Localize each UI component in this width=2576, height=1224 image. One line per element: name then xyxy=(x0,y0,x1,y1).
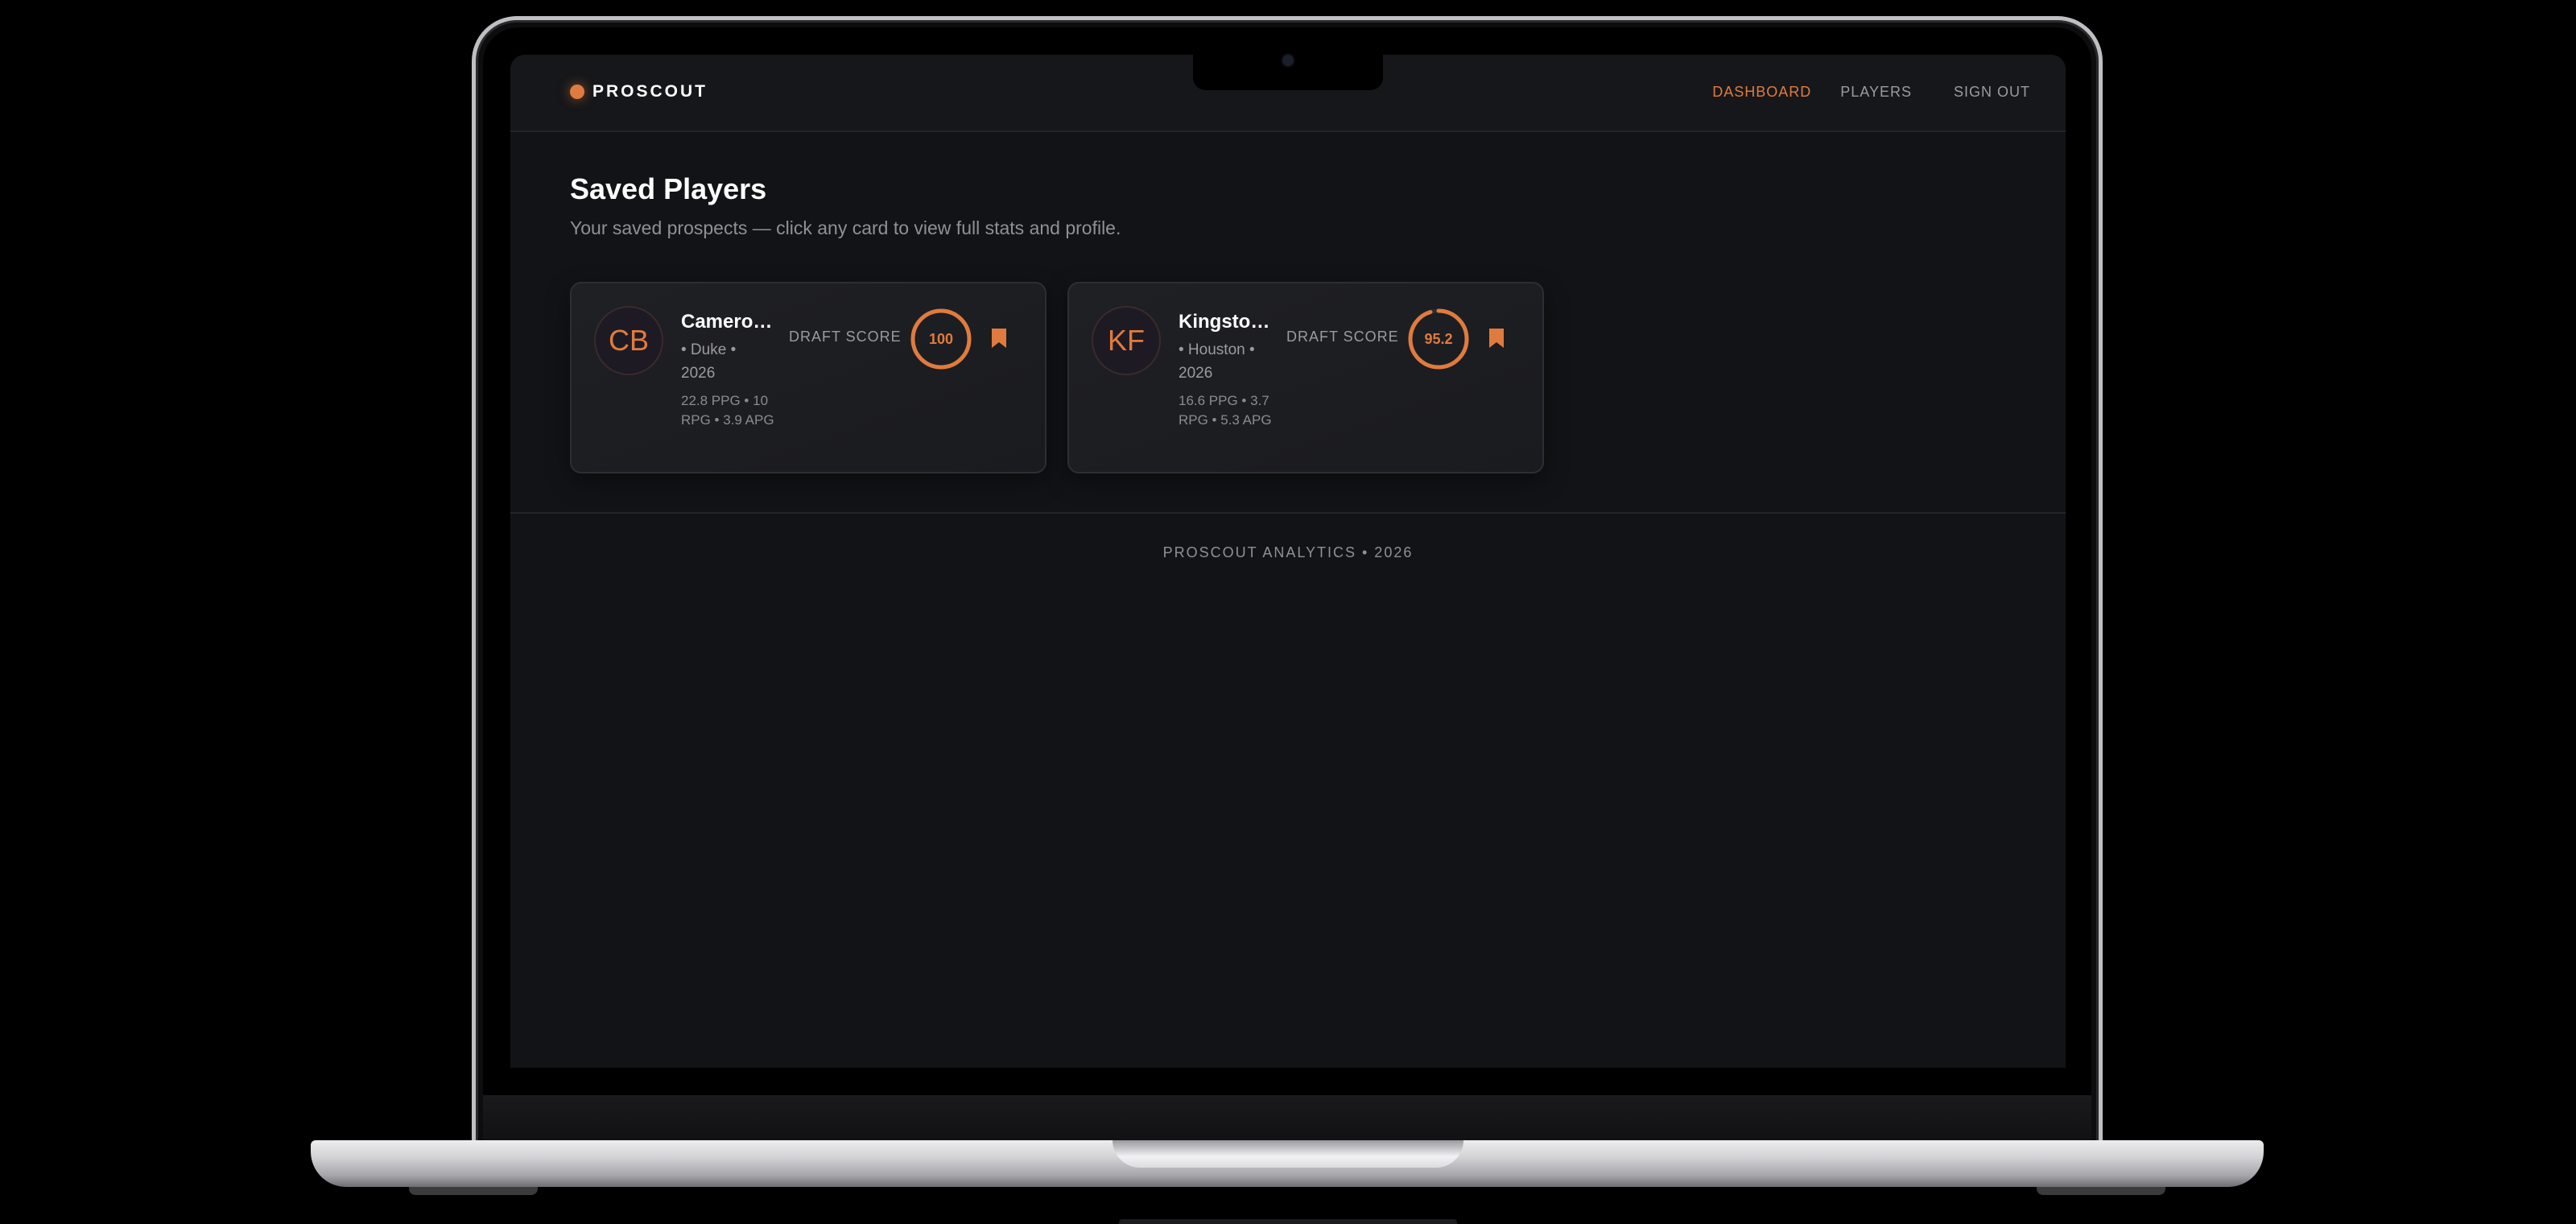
bookmark-icon[interactable] xyxy=(990,327,1008,349)
draft-score-value: 95.2 xyxy=(1424,330,1453,347)
bookmark-icon[interactable] xyxy=(1488,327,1505,349)
nav-links: DASHBOARD PLAYERS SIGN OUT xyxy=(1712,84,2030,101)
page-subtitle: Your saved prospects — click any card to… xyxy=(570,217,1121,238)
draft-score-label: DRAFT SCORE xyxy=(1286,329,1399,345)
footer-text: PROSCOUT ANALYTICS • 2026 xyxy=(1162,544,1414,560)
laptop-foot-right xyxy=(2037,1187,2165,1195)
app-screen: PROSCOUT DASHBOARD PLAYERS SIGN OUT Save… xyxy=(510,55,2066,1068)
draft-score-value: 100 xyxy=(928,330,954,347)
laptop-foot-left xyxy=(409,1187,538,1195)
draft-score-ring: 95.2 xyxy=(1407,308,1470,370)
camera-icon xyxy=(1281,53,1295,68)
player-card[interactable]: CB Camero… • Duke • 2026 22.8 PPG • 10 R… xyxy=(570,282,1046,473)
player-stats: 22.8 PPG • 10 RPG • 3.9 APG xyxy=(681,393,774,428)
laptop-shadow xyxy=(1119,1219,1457,1224)
avatar: KF xyxy=(1092,306,1161,375)
nav-link-dashboard[interactable]: DASHBOARD xyxy=(1712,84,1811,101)
player-card[interactable]: KF Kingsto… • Houston • 2026 16.6 PPG • … xyxy=(1067,282,1544,473)
footer-divider xyxy=(510,512,2066,514)
brand-logo[interactable]: PROSCOUT xyxy=(570,82,708,101)
page-title: Saved Players xyxy=(570,172,767,205)
player-stats: 16.6 PPG • 3.7 RPG • 5.3 APG xyxy=(1179,393,1272,428)
draft-score-ring: 100 xyxy=(910,308,972,370)
laptop-hinge-notch xyxy=(1113,1140,1463,1168)
player-name: Kingsto… xyxy=(1179,311,1270,333)
brand-dot-icon xyxy=(570,85,584,99)
brand-name: PROSCOUT xyxy=(592,82,708,101)
player-meta: • Houston • 2026 xyxy=(1179,341,1255,382)
draft-score-label: DRAFT SCORE xyxy=(789,329,902,345)
player-meta: • Duke • 2026 xyxy=(681,341,737,382)
player-name: Camero… xyxy=(681,311,773,333)
avatar: CB xyxy=(594,306,663,375)
nav-link-players[interactable]: PLAYERS xyxy=(1840,84,1912,101)
nav-link-sign-out[interactable]: SIGN OUT xyxy=(1954,84,2030,101)
laptop-chin xyxy=(483,1095,2091,1142)
